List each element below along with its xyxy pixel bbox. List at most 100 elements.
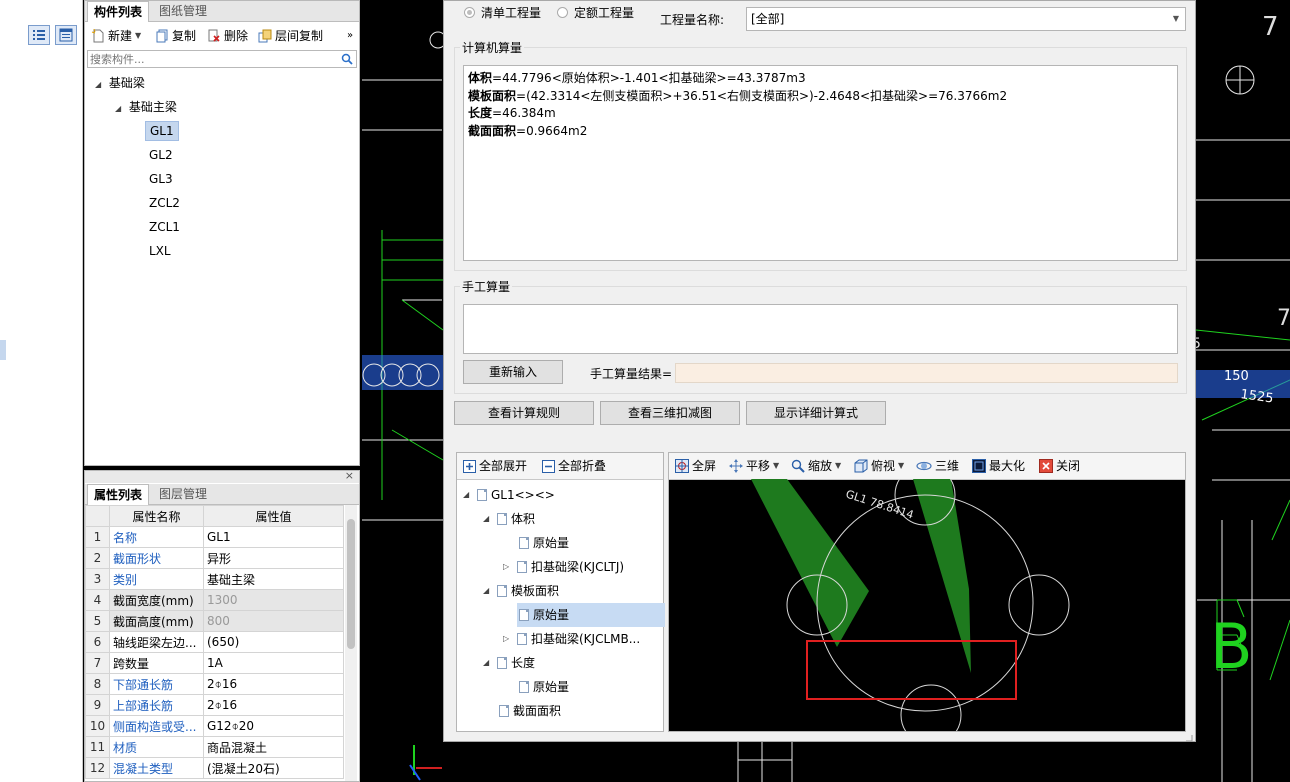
top-view-dropdown-icon[interactable]: ▼ (898, 458, 904, 474)
document-icon (519, 681, 529, 693)
document-icon (497, 657, 507, 669)
property-value[interactable]: 2⌽16 (203, 673, 344, 695)
expanded-triangle-icon[interactable]: ◢ (483, 579, 493, 603)
table-row[interactable]: 4 截面宽度(mm) 1300 (85, 589, 344, 611)
table-row[interactable]: 10 侧面构造或受... G12⌽20 (85, 715, 344, 737)
search-icon[interactable] (341, 53, 353, 65)
list-view-button[interactable] (28, 25, 50, 45)
view-calc-rules-button[interactable]: 查看计算规则 (454, 401, 594, 425)
manual-calc-input[interactable] (463, 304, 1178, 354)
tab-component-list[interactable]: 构件列表 (87, 1, 150, 22)
deduct-tree-length[interactable]: ◢ 长度 (483, 651, 535, 675)
tab-drawing-management[interactable]: 图纸管理 (153, 1, 213, 21)
table-row[interactable]: 1 名称 GL1 (85, 526, 344, 548)
deduct-tree-root[interactable]: ◢ GL1<><> (463, 483, 555, 507)
copy-button[interactable]: 复制 (155, 27, 196, 45)
scrollbar-thumb[interactable] (347, 519, 355, 649)
deduct-tree-volume-deduct[interactable]: ▷ 扣基础梁(KJCLTJ) (503, 555, 624, 579)
top-view-button[interactable]: 俯视 ▼ (854, 458, 904, 474)
property-value[interactable]: GL1 (203, 526, 344, 548)
tree-leaf-zcl1[interactable]: ZCL1 (145, 217, 184, 237)
deduct-tree-volume-original[interactable]: 原始量 (519, 531, 569, 555)
collapsed-triangle-icon[interactable]: ▷ (503, 555, 513, 579)
tree-node-label: 截面面积 (513, 704, 562, 718)
expanded-triangle-icon[interactable]: ◢ (115, 99, 125, 119)
radio-quota-quantity[interactable]: 定额工程量 (557, 4, 634, 21)
deduct-3d-render: GL1 78.8414 (751, 479, 1070, 731)
expanded-triangle-icon[interactable]: ◢ (463, 483, 473, 507)
component-list-panel: 构件列表 图纸管理 新建 ▼ 复制 删除 层间复制 » ◢ 基础梁 ◢ 基础主梁 (84, 0, 360, 466)
property-scrollbar[interactable] (345, 505, 357, 781)
zoom-dropdown-icon[interactable]: ▼ (835, 458, 841, 474)
deduct-tree-volume[interactable]: ◢ 体积 (483, 507, 535, 531)
pan-dropdown-icon[interactable]: ▼ (773, 458, 779, 474)
table-row[interactable]: 9 上部通长筋 2⌽16 (85, 694, 344, 716)
fullscreen-button[interactable]: 全屏 (675, 458, 716, 474)
property-value[interactable]: G12⌽20 (203, 715, 344, 737)
reinput-button[interactable]: 重新输入 (463, 360, 563, 384)
tab-layer-management[interactable]: 图层管理 (153, 484, 213, 504)
property-value[interactable]: 异形 (203, 547, 344, 569)
new-button[interactable]: 新建 ▼ (91, 27, 141, 45)
tree-node-foundation-beam[interactable]: ◢ 基础梁 (95, 73, 145, 93)
tree-leaf-gl2[interactable]: GL2 (145, 145, 177, 165)
delete-button[interactable]: 删除 (207, 27, 248, 45)
expanded-triangle-icon[interactable]: ◢ (483, 651, 493, 675)
three-d-button[interactable]: 三维 (916, 458, 959, 474)
deduct-tree-formwork-original[interactable]: 原始量 (517, 603, 665, 627)
property-value[interactable]: (混凝土20石) (203, 757, 344, 779)
deduct-tree-section[interactable]: 截面面积 (499, 699, 561, 723)
expanded-triangle-icon[interactable]: ◢ (483, 507, 493, 531)
close-icon[interactable]: × (345, 469, 354, 482)
zoom-button[interactable]: 缩放 ▼ (791, 458, 841, 474)
table-row[interactable]: 8 下部通长筋 2⌽16 (85, 673, 344, 695)
deduct-tree-length-original[interactable]: 原始量 (519, 675, 569, 699)
deduct-3d-view[interactable]: 全屏 平移 ▼ 缩放 ▼ 俯视 ▼ 三维 最大化 关闭 GL1 78.8414 (668, 452, 1186, 732)
toolbar-overflow-button[interactable]: » (347, 27, 353, 45)
expand-all-button[interactable]: 全部展开 (463, 458, 527, 474)
collapse-all-button[interactable]: 全部折叠 (542, 458, 606, 474)
floor-copy-button[interactable]: 层间复制 (258, 27, 323, 45)
deduct-tree-formwork-deduct[interactable]: ▷ 扣基础梁(KJCLMB... (503, 627, 640, 651)
table-row[interactable]: 7 跨数量 1A (85, 652, 344, 674)
view-3d-deduct-button[interactable]: 查看三维扣减图 (600, 401, 740, 425)
pan-button[interactable]: 平移 ▼ (729, 458, 779, 474)
table-row[interactable]: 11 材质 商品混凝土 (85, 736, 344, 758)
tree-leaf-zcl2[interactable]: ZCL2 (145, 193, 184, 213)
property-value[interactable]: 基础主梁 (203, 568, 344, 590)
collapsed-triangle-icon[interactable]: ▷ (503, 627, 513, 651)
maximize-button[interactable]: 最大化 (972, 458, 1025, 474)
table-row[interactable]: 12 混凝土类型 (混凝土20石) (85, 757, 344, 779)
table-row[interactable]: 5 截面高度(mm) 800 (85, 610, 344, 632)
property-value[interactable]: 1A (203, 652, 344, 674)
close-view-button[interactable]: 关闭 (1039, 458, 1080, 474)
tree-leaf-lxl[interactable]: LXL (145, 241, 175, 261)
expanded-triangle-icon[interactable]: ◢ (95, 75, 105, 95)
radio-bill-quantity[interactable]: 清单工程量 (464, 4, 541, 21)
cad-text-7: 7 (1262, 12, 1279, 42)
computer-calc-output[interactable]: 体积=44.7796<原始体积>-1.401<扣基础梁>=43.3787m3 模… (463, 65, 1178, 261)
tree-leaf-gl1[interactable]: GL1 (145, 121, 179, 141)
quantity-name-select[interactable]: [全部] ▼ (746, 7, 1186, 31)
table-row[interactable]: 6 轴线距梁左边... (650) (85, 631, 344, 653)
resize-grip-icon[interactable] (1185, 731, 1193, 742)
property-name: 跨数量 (109, 652, 204, 674)
manual-result-field[interactable] (675, 363, 1178, 383)
table-row[interactable]: 3 类别 基础主梁 (85, 568, 344, 590)
radio-indicator[interactable] (464, 7, 475, 18)
component-search-input[interactable] (88, 51, 332, 67)
radio-indicator[interactable] (557, 7, 568, 18)
tab-property-list[interactable]: 属性列表 (87, 484, 150, 505)
property-value[interactable]: (650) (203, 631, 344, 653)
document-icon (497, 585, 507, 597)
property-value[interactable]: 商品混凝土 (203, 736, 344, 758)
table-row[interactable]: 2 截面形状 异形 (85, 547, 344, 569)
panel-view-button[interactable] (55, 25, 77, 45)
chevron-down-icon[interactable]: ▼ (1173, 8, 1179, 30)
show-detail-formula-button[interactable]: 显示详细计算式 (746, 401, 886, 425)
property-value[interactable]: 2⌽16 (203, 694, 344, 716)
tree-node-foundation-main-beam[interactable]: ◢ 基础主梁 (115, 97, 177, 117)
calc-expr: =44.7796<原始体积>-1.401<扣基础梁>=43.3787m3 (492, 71, 806, 85)
deduct-tree-formwork[interactable]: ◢ 模板面积 (483, 579, 559, 603)
tree-leaf-gl3[interactable]: GL3 (145, 169, 177, 189)
